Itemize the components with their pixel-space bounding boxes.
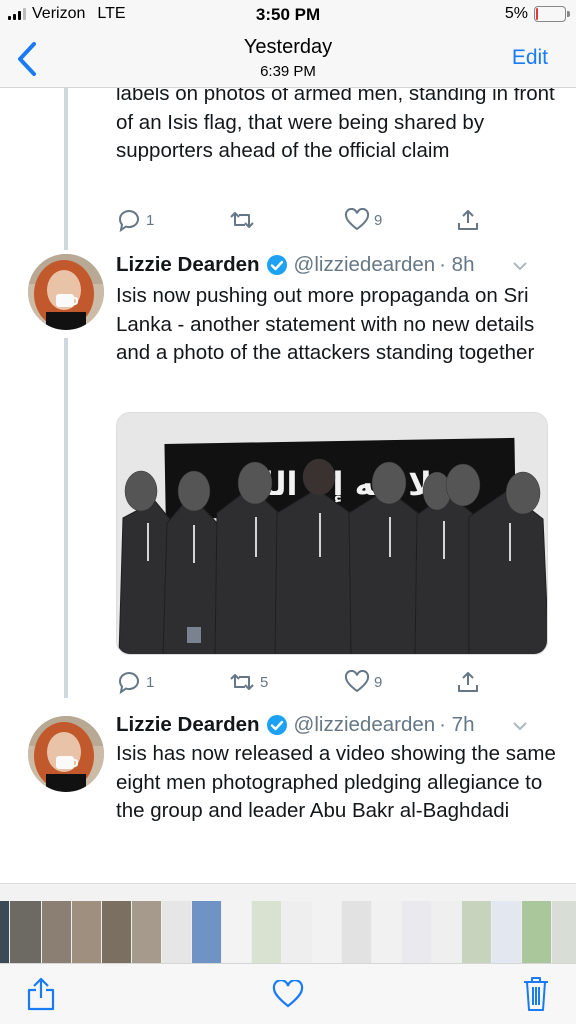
thumbnail[interactable] xyxy=(192,901,222,963)
tweet-header: Lizzie Dearden @lizziedearden · 7h xyxy=(116,710,556,740)
tweet-menu-button[interactable] xyxy=(512,714,528,738)
battery-icon xyxy=(534,6,570,22)
attackers-photo: لا إله إلا الله xyxy=(117,413,547,654)
bottom-toolbar xyxy=(0,963,576,1024)
thumbnail[interactable] xyxy=(132,901,162,963)
retweet-icon xyxy=(230,674,254,690)
clock: 3:50 PM xyxy=(255,5,321,24)
like-button[interactable]: 9 xyxy=(344,670,382,694)
avatar-photo xyxy=(28,254,104,330)
thumbnail[interactable] xyxy=(102,901,132,963)
share-icon xyxy=(458,672,478,692)
reply-count: 1 xyxy=(146,211,155,229)
share-tweet-button[interactable] xyxy=(456,208,480,232)
delete-button[interactable] xyxy=(522,976,550,1017)
trash-icon xyxy=(524,977,548,1011)
tweet-header: Lizzie Dearden @lizziedearden · 8h xyxy=(116,250,556,280)
thumbnail-row xyxy=(0,901,576,963)
verified-icon xyxy=(266,714,288,736)
like-count: 9 xyxy=(374,211,383,229)
retweet-button[interactable]: 5 xyxy=(228,670,268,694)
author-name[interactable]: Lizzie Dearden xyxy=(116,713,260,737)
tweet-time: · 8h xyxy=(439,253,475,276)
retweet-icon xyxy=(230,212,254,228)
thumbnail[interactable] xyxy=(342,901,372,963)
thumbnail[interactable] xyxy=(492,901,522,963)
tweet-screenshot[interactable]: labels on photos of armed men, standing … xyxy=(0,88,576,883)
share-button[interactable] xyxy=(26,976,56,1017)
tweet-time: · 7h xyxy=(439,713,475,736)
reply-count: 1 xyxy=(146,673,155,691)
thumbnail[interactable] xyxy=(222,901,252,963)
battery-level xyxy=(536,8,538,20)
chevron-down-icon xyxy=(513,262,527,271)
photo-strip[interactable] xyxy=(0,883,576,963)
tweet-text: Isis now pushing out more propaganda on … xyxy=(116,284,535,364)
retweet-count: 5 xyxy=(260,673,269,691)
avatar[interactable] xyxy=(28,254,104,330)
tweet-photo[interactable]: لا إله إلا الله xyxy=(116,412,548,655)
verified-icon xyxy=(266,254,288,276)
tweet-text: labels on photos of armed men, standing … xyxy=(116,88,555,162)
status-right: 5% xyxy=(504,5,570,23)
nav-subtitle: 6:39 PM xyxy=(260,63,316,80)
thumbnail[interactable] xyxy=(402,901,432,963)
reply-button[interactable]: 1 xyxy=(116,208,154,232)
thread-line xyxy=(64,338,68,698)
author-handle[interactable]: @lizziedearden xyxy=(294,713,436,737)
thumbnail[interactable] xyxy=(462,901,492,963)
retweet-button[interactable] xyxy=(228,208,260,232)
reply-icon xyxy=(119,672,139,694)
thumbnail[interactable] xyxy=(252,901,282,963)
reply-button[interactable]: 1 xyxy=(116,670,154,694)
tweet-menu-button[interactable] xyxy=(512,254,528,278)
avatar[interactable] xyxy=(28,716,104,792)
thumbnail[interactable] xyxy=(282,901,312,963)
tweet-actions: 1 5 9 xyxy=(116,670,486,696)
thumbnail[interactable] xyxy=(522,901,552,963)
author-name[interactable]: Lizzie Dearden xyxy=(116,253,260,277)
tweet-text: Isis has now released a video showing th… xyxy=(116,742,556,822)
nav-bar: Yesterday 6:39 PM Edit xyxy=(0,30,576,88)
heart-icon xyxy=(344,670,370,693)
thumbnail[interactable] xyxy=(42,901,72,963)
thumbnail[interactable] xyxy=(432,901,462,963)
heart-icon xyxy=(272,979,304,1008)
share-icon xyxy=(458,210,478,230)
thumbnail[interactable] xyxy=(552,901,576,963)
thread-line xyxy=(64,88,68,250)
thumbnail[interactable] xyxy=(162,901,192,963)
heart-icon xyxy=(344,208,370,231)
tweet-actions: 1 9 xyxy=(116,208,486,234)
thumbnail[interactable] xyxy=(0,901,10,963)
nav-title: Yesterday xyxy=(243,36,333,58)
thumbnail[interactable] xyxy=(72,901,102,963)
share-icon xyxy=(27,977,55,1011)
like-count: 9 xyxy=(374,673,383,691)
author-handle[interactable]: @lizziedearden xyxy=(294,253,436,277)
like-button[interactable]: 9 xyxy=(344,208,382,232)
share-tweet-button[interactable] xyxy=(456,670,480,694)
avatar-photo xyxy=(28,716,104,792)
reply-icon xyxy=(119,210,139,232)
thumbnail[interactable] xyxy=(312,901,342,963)
battery-percent: 5% xyxy=(504,5,528,22)
thumbnail[interactable] xyxy=(372,901,402,963)
thumbnail[interactable] xyxy=(10,901,42,963)
status-bar: Verizon LTE 3:50 PM 5% xyxy=(0,0,576,30)
favorite-button[interactable] xyxy=(272,979,304,1013)
edit-button[interactable]: Edit xyxy=(512,46,548,70)
chevron-down-icon xyxy=(513,722,527,731)
